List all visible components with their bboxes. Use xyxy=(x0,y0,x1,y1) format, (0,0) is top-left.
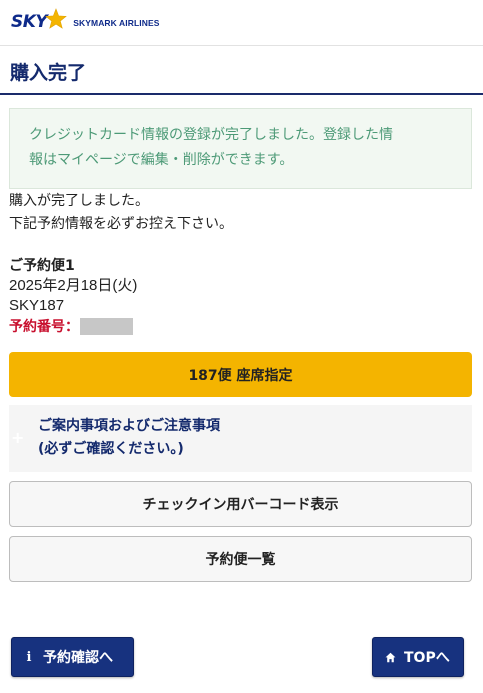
home-icon xyxy=(384,650,396,664)
logo-airline-name: SKYMARK AIRLINES xyxy=(73,18,160,28)
flight-heading: ご予約便1 xyxy=(9,258,75,274)
reservation-list-button[interactable]: 予約便一覧 xyxy=(9,536,472,582)
reservation-confirm-label: 予約確認へ xyxy=(43,650,113,666)
notes-line-1: ご案内事項およびご注意事項 xyxy=(38,418,220,434)
reservation-number-redacted xyxy=(80,317,133,335)
notes-line-2: (必ずご確認ください。) xyxy=(38,441,184,457)
reservation-confirm-button[interactable]: i 予約確認へ xyxy=(11,637,134,677)
page-title: 購入完了 xyxy=(10,62,87,84)
seat-selection-button[interactable]: 187便 座席指定 xyxy=(9,352,472,397)
completion-line-1: 購入が完了しました。 xyxy=(9,193,149,209)
plus-icon: + xyxy=(11,428,25,447)
top-button-label: TOPへ xyxy=(404,650,450,666)
notes-accordion-label: ご案内事項およびご注意事項 (必ずご確認ください。) xyxy=(38,415,220,461)
notice-line-2: 報はマイページで編集・削除ができます。 xyxy=(29,152,294,168)
title-bar: 購入完了 xyxy=(0,47,483,95)
flight-date: 2025年2月18日(火) xyxy=(9,277,138,294)
completion-message: 購入が完了しました。 下記予約情報を必ずお控え下さい。 xyxy=(9,190,233,236)
info-icon: i xyxy=(26,649,32,665)
card-registration-notice: クレジットカード情報の登録が完了しました。登録した情 報はマイページで編集・削除… xyxy=(9,108,472,189)
reservation-number-label: 予約番号： xyxy=(9,319,79,335)
skymark-logo[interactable]: SKY SKYMARK AIRLINES xyxy=(11,8,160,32)
star-icon xyxy=(45,8,68,29)
top-button[interactable]: TOPへ xyxy=(372,637,464,677)
notes-accordion[interactable]: + ご案内事項およびご注意事項 (必ずご確認ください。) xyxy=(9,405,472,472)
site-header: SKY SKYMARK AIRLINES xyxy=(0,0,483,46)
reserved-flight-info: ご予約便1 2025年2月18日(火) SKY187 予約番号： xyxy=(9,256,137,336)
notice-line-1: クレジットカード情報の登録が完了しました。登録した情 xyxy=(29,127,393,143)
completion-line-2: 下記予約情報を必ずお控え下さい。 xyxy=(9,216,233,232)
flight-number: SKY187 xyxy=(9,297,65,314)
logo-sky-text: SKY xyxy=(11,12,48,32)
reservation-number-row: 予約番号： xyxy=(9,316,137,336)
checkin-barcode-button[interactable]: チェックイン用バーコード表示 xyxy=(9,481,472,527)
